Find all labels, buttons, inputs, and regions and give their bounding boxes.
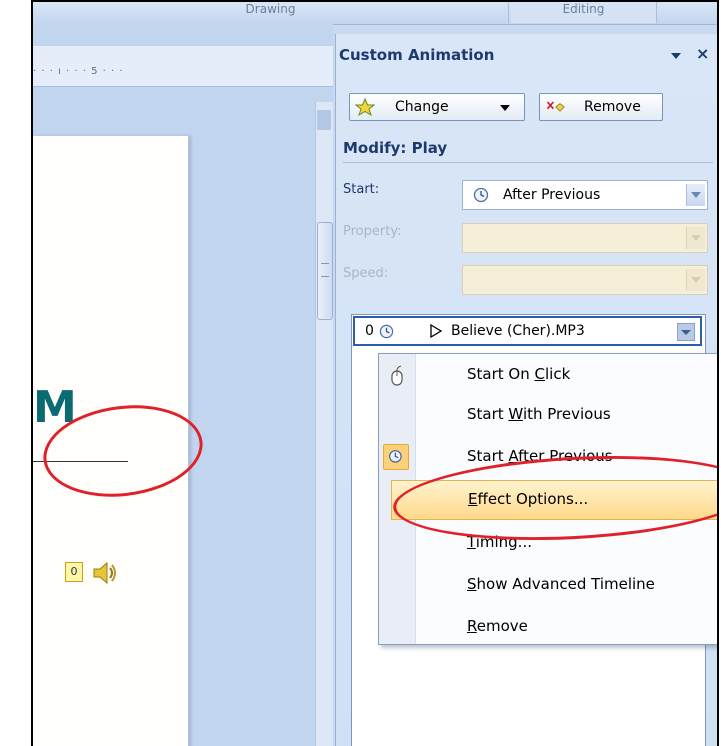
vertical-scrollbar[interactable] [315,102,333,746]
horizontal-ruler: · · · ı · · · 5 · · · [33,46,333,87]
menu-item-start-with-previous[interactable]: Start With Previous [379,396,717,436]
slide-title-fragment[interactable]: M [33,386,77,430]
ruler-marks: · · · ı · · · 5 · · · [33,66,124,77]
menu-item-label: Start With Previous [467,405,611,423]
menu-item-label: Start After Previous [467,447,613,465]
start-dropdown-arrow[interactable] [686,184,705,206]
remove-effect-button[interactable]: Remove [539,93,663,121]
audio-object[interactable]: 0 [65,560,135,590]
menu-item-label: Start On Click [467,365,571,383]
clock-icon [379,324,394,339]
start-label: Start: [343,182,380,197]
mouse-icon [391,365,403,386]
animation-context-menu: Start On Click Start With Previous Start… [378,353,717,648]
slide-canvas[interactable]: M 0 [33,136,189,746]
chevron-down-icon [691,277,701,283]
property-dropdown-arrow [686,227,705,249]
menu-item-timing[interactable]: Timing... [379,524,717,564]
remove-button-label: Remove [584,99,641,115]
animation-name: Believe (Cher).MP3 [451,323,585,339]
section-divider [343,162,713,163]
chevron-down-icon [691,192,701,198]
animation-order: 0 [365,323,374,339]
chevron-down-icon [500,105,510,111]
slide-divider-line [33,461,128,462]
pane-title: Custom Animation [339,46,495,64]
change-button-label: Change [395,99,449,115]
modify-heading: Modify: Play [343,139,448,157]
menu-item-effect-options[interactable]: Effect Options... [391,480,717,520]
menu-item-start-after-previous[interactable]: Start After Previous [379,438,717,478]
chevron-down-icon [691,235,701,241]
item-dropdown-arrow[interactable] [677,323,695,341]
menu-item-label: Remove [467,617,528,635]
remove-effect-icon [546,101,565,112]
menu-item-start-on-click[interactable]: Start On Click [379,356,717,396]
ribbon-group-editing: Editing [511,2,657,23]
menu-item-remove[interactable]: Remove [379,608,717,648]
grip-icon [321,263,329,277]
speed-dropdown [462,265,708,295]
menu-item-show-advanced-timeline[interactable]: Show Advanced Timeline [379,566,717,606]
speaker-icon[interactable] [91,560,119,586]
star-icon [355,98,375,116]
slide-editing-area: · · · ı · · · 5 · · · M 0 [33,24,333,746]
chevron-down-icon [681,330,691,335]
property-dropdown [462,223,708,253]
play-icon [430,324,443,338]
ribbon-group-labels: Drawing Editing [33,2,717,25]
start-value: After Previous [503,187,601,203]
animation-order-badge: 0 [65,562,83,582]
menu-item-label: Effect Options... [468,490,589,508]
clock-icon [473,187,489,203]
clock-icon [389,450,402,463]
property-label: Property: [343,224,402,239]
speed-label: Speed: [343,266,389,281]
close-icon[interactable]: × [696,44,709,63]
application-window: Drawing Editing · · · ı · · · 5 · · · M … [31,0,719,746]
speed-dropdown-arrow [686,269,705,291]
menu-item-label: Timing... [467,533,532,551]
animation-list-item[interactable]: 0 Believe (Cher).MP3 [353,316,702,346]
pane-options-icon[interactable] [668,48,684,64]
scroll-thumb[interactable] [317,222,333,320]
ribbon-group-drawing: Drawing [33,2,509,23]
menu-item-label: Show Advanced Timeline [467,575,655,593]
start-dropdown[interactable]: After Previous [462,180,708,210]
scroll-up-area[interactable] [317,110,331,130]
change-effect-button[interactable]: Change [349,93,525,121]
